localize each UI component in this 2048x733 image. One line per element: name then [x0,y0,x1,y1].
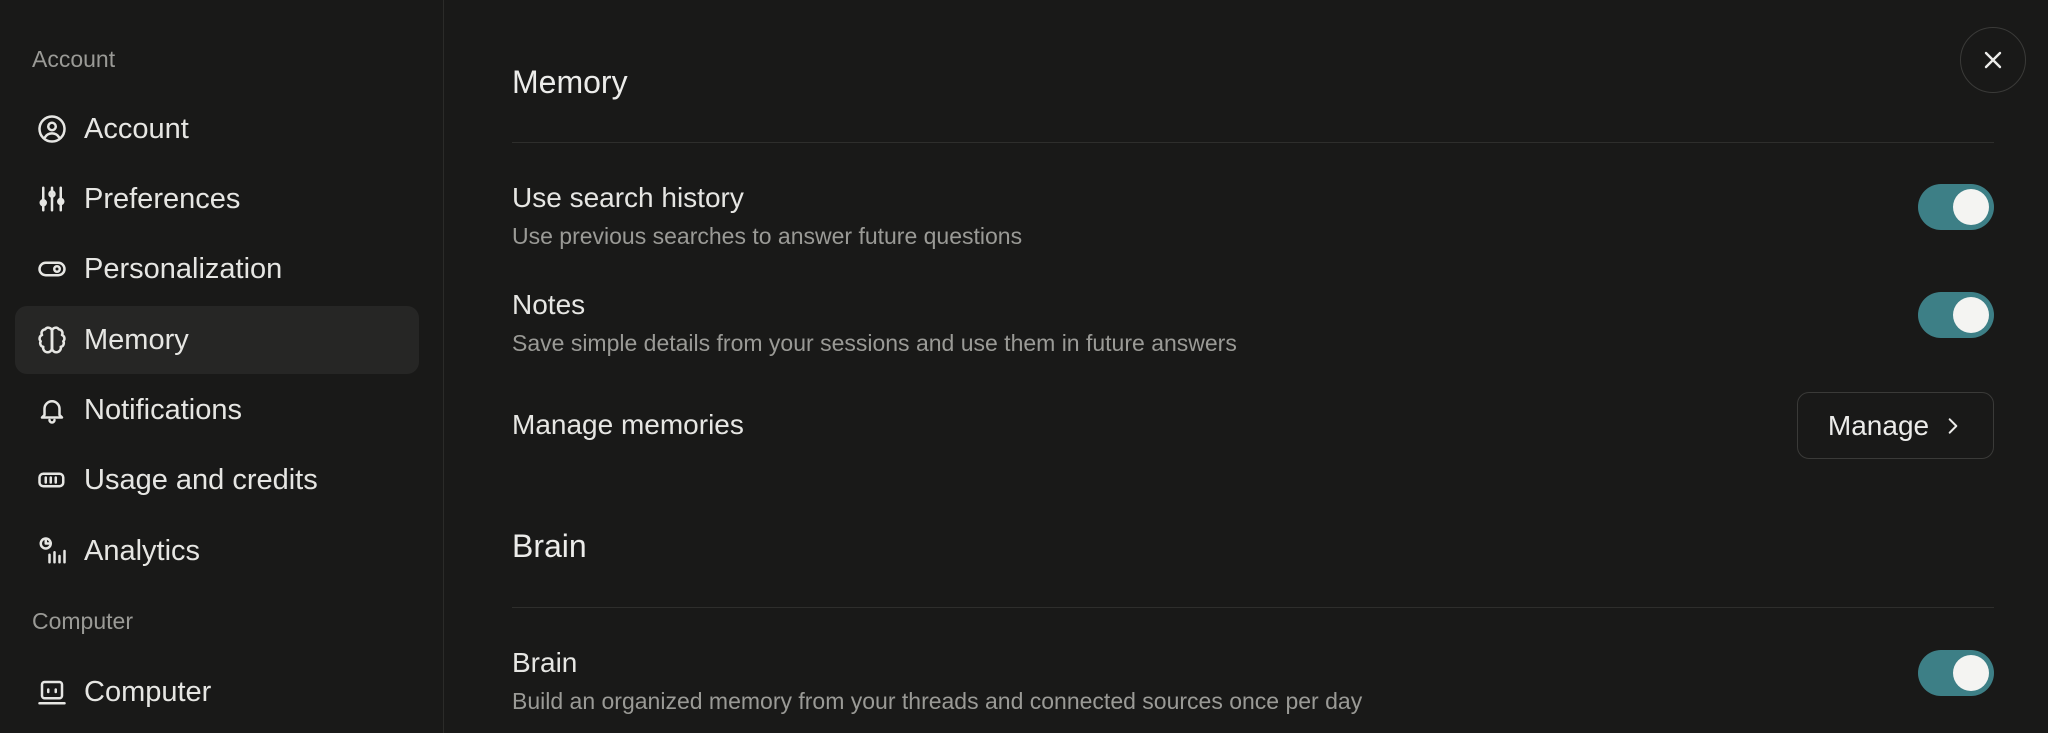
memory-section-title: Memory [512,64,628,100]
notes-description: Save simple details from your sessions a… [512,330,1237,356]
sidebar-item-label: Usage and credits [84,463,318,496]
manage-memories-title: Manage memories [512,409,744,440]
sidebar-item-memory[interactable]: Memory [15,306,419,374]
sidebar-item-personalization[interactable]: Personalization [15,235,419,303]
use-search-history-toggle[interactable] [1918,184,1994,230]
brain-description: Build an organized memory from your thre… [512,688,1363,714]
battery-icon [37,465,67,495]
close-icon [1984,51,2002,69]
group-label-computer: Computer [32,608,133,634]
sidebar-item-label: Account [84,112,189,145]
divider [512,607,1994,608]
brain-section-title: Brain [512,528,587,564]
user-circle-icon [37,114,67,144]
settings-sidebar: Account Account Preferences Personalizat… [0,0,444,733]
bell-icon [37,395,67,425]
sidebar-item-label: Personalization [84,252,283,285]
brain-title: Brain [512,647,578,678]
sidebar-item-notifications[interactable]: Notifications [15,376,419,444]
sidebar-item-label: Notifications [84,393,242,426]
group-label-account: Account [32,46,116,72]
toggle-knob [1953,655,1989,691]
sidebar-item-label: Analytics [84,534,201,567]
sidebar-item-account[interactable]: Account [15,95,419,163]
notes-toggle[interactable] [1918,292,1994,338]
sidebar-item-analytics[interactable]: Analytics [15,517,419,585]
sidebar-item-computer[interactable]: Computer [15,658,419,726]
chevron-right-icon [1948,417,1958,434]
close-button[interactable] [1960,27,2026,93]
use-search-history-title: Use search history [512,182,744,213]
analytics-icon [37,536,67,566]
settings-main: Memory Use search history Use previous s… [512,0,1994,733]
notes-title: Notes [512,289,586,320]
toggle-knob [1953,297,1989,333]
manage-memories-button[interactable]: Manage [1797,392,1994,459]
toggle-icon [37,254,67,284]
manage-button-label: Manage [1827,409,1930,441]
sidebar-item-label: Memory [84,323,189,356]
use-search-history-description: Use previous searches to answer future q… [512,223,1023,249]
sidebar-item-label: Computer [84,675,212,708]
sidebar-item-preferences[interactable]: Preferences [15,165,419,233]
sidebar-item-usage-and-credits[interactable]: Usage and credits [15,446,419,514]
brain-icon [37,325,67,355]
sliders-icon [37,184,67,214]
sidebar-item-label: Preferences [84,182,241,215]
brain-toggle[interactable] [1918,650,1994,696]
divider [512,142,1994,143]
computer-icon [37,677,67,707]
toggle-knob [1953,189,1989,225]
